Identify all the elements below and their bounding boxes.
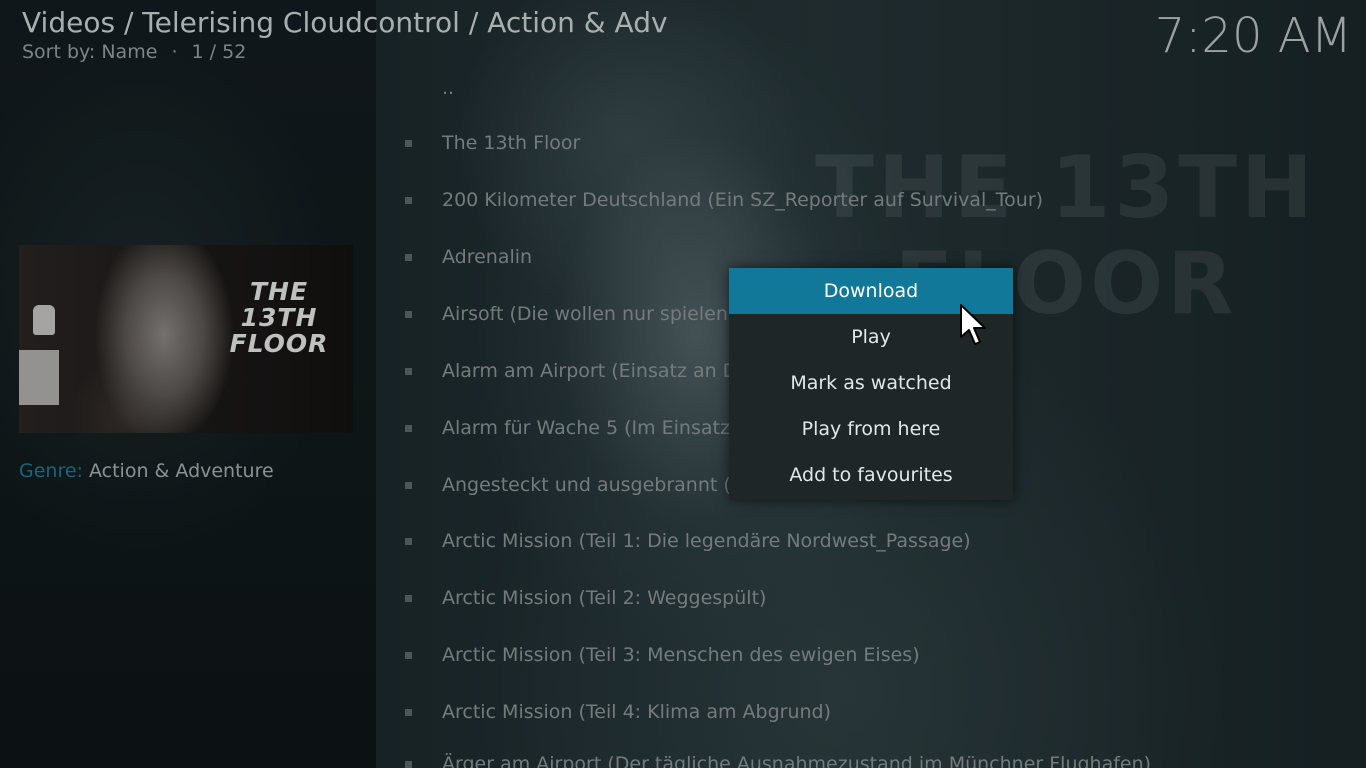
kodi-window: THE 13TH FLOOR Videos / Telerising Cloud… xyxy=(0,0,1366,768)
menu-item-mark-as-watched[interactable]: Mark as watched xyxy=(729,360,1013,406)
mouse-pointer-icon xyxy=(960,304,986,345)
dim-overlay xyxy=(0,0,1366,768)
menu-item-play-from-here[interactable]: Play from here xyxy=(729,406,1013,452)
menu-item-add-to-favourites[interactable]: Add to favourites xyxy=(729,452,1013,498)
